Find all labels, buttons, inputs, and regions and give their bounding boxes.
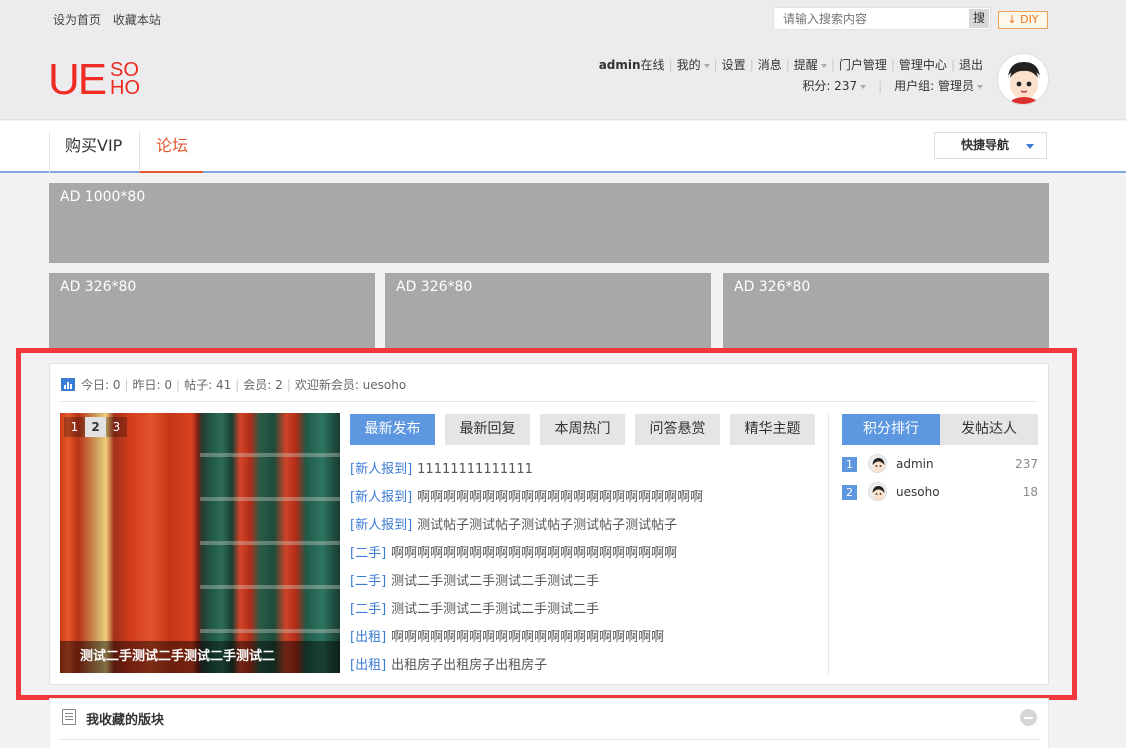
search-input[interactable] bbox=[774, 8, 964, 29]
divider bbox=[60, 739, 1040, 740]
tab-forum[interactable]: 论坛 bbox=[139, 131, 203, 173]
diy-button[interactable]: ↓ DIY bbox=[998, 11, 1048, 29]
admin-center-link[interactable]: 管理中心 bbox=[899, 58, 947, 72]
bookmark-link[interactable]: 收藏本站 bbox=[113, 13, 161, 27]
ad-banner-small-1[interactable]: AD 326*80 bbox=[49, 273, 375, 353]
user-info-row: 积分: 237 | 用户组: 管理员 bbox=[802, 77, 983, 94]
site-logo[interactable]: UE SO HO bbox=[48, 58, 148, 102]
chevron-down-icon bbox=[820, 63, 827, 68]
top-bar: 设为首页 收藏本站 搜 ↓ DIY bbox=[0, 0, 1126, 36]
chevron-down-icon bbox=[1026, 144, 1034, 149]
avatar-face-icon bbox=[998, 54, 1048, 104]
search-box: 搜 bbox=[773, 7, 991, 30]
portal-admin-link[interactable]: 门户管理 bbox=[839, 58, 887, 72]
remind-menu[interactable]: 提醒 bbox=[794, 58, 827, 72]
points-menu[interactable]: 积分: 237 bbox=[802, 79, 867, 93]
ad-banner-small-2[interactable]: AD 326*80 bbox=[385, 273, 711, 353]
logo-ho: HO bbox=[110, 77, 140, 99]
main-nav: 购买VIP 论坛 快捷导航 bbox=[0, 121, 1126, 173]
quick-nav-label: 快捷导航 bbox=[961, 138, 1010, 152]
tab-buy-vip[interactable]: 购买VIP bbox=[49, 131, 137, 173]
chevron-down-icon bbox=[703, 63, 710, 68]
my-menu[interactable]: 我的 bbox=[677, 58, 710, 72]
logout-link[interactable]: 退出 bbox=[959, 58, 983, 72]
top-links: 设为首页 收藏本站 bbox=[53, 11, 169, 28]
user-group-menu[interactable]: 用户组: 管理员 bbox=[894, 79, 983, 93]
logo-ue: UE bbox=[48, 55, 107, 104]
chevron-down-icon bbox=[977, 84, 983, 89]
ad-banner-large[interactable]: AD 1000*80 bbox=[49, 183, 1049, 263]
settings-link[interactable]: 设置 bbox=[722, 58, 746, 72]
quick-nav-button[interactable]: 快捷导航 bbox=[934, 132, 1047, 159]
search-button[interactable]: 搜 bbox=[969, 9, 989, 28]
diy-label: DIY bbox=[1020, 13, 1039, 26]
set-home-link[interactable]: 设为首页 bbox=[53, 13, 101, 27]
favorite-forums-title: 我收藏的版块 bbox=[86, 713, 165, 728]
user-menu: admin在线 | 我的 | 设置 | 消息 | 提醒 | 门户管理 | 管理中心 | 退出 bbox=[598, 58, 983, 72]
username-link[interactable]: admin在线 bbox=[599, 58, 665, 72]
collapse-icon[interactable] bbox=[1020, 709, 1037, 726]
ad-banner-small-3[interactable]: AD 326*80 bbox=[723, 273, 1049, 353]
download-arrow-icon: ↓ bbox=[1007, 13, 1017, 26]
avatar[interactable] bbox=[997, 53, 1049, 105]
favorite-forums-panel: 我收藏的版块 bbox=[49, 698, 1049, 748]
chevron-down-icon bbox=[860, 84, 867, 89]
document-icon bbox=[62, 709, 76, 725]
highlight-frame bbox=[16, 348, 1077, 700]
messages-link[interactable]: 消息 bbox=[758, 58, 782, 72]
header: UE SO HO admin在线 | 我的 | 设置 | 消息 | 提醒 | 门户管理 | 管理中心 | 退… bbox=[0, 36, 1126, 120]
